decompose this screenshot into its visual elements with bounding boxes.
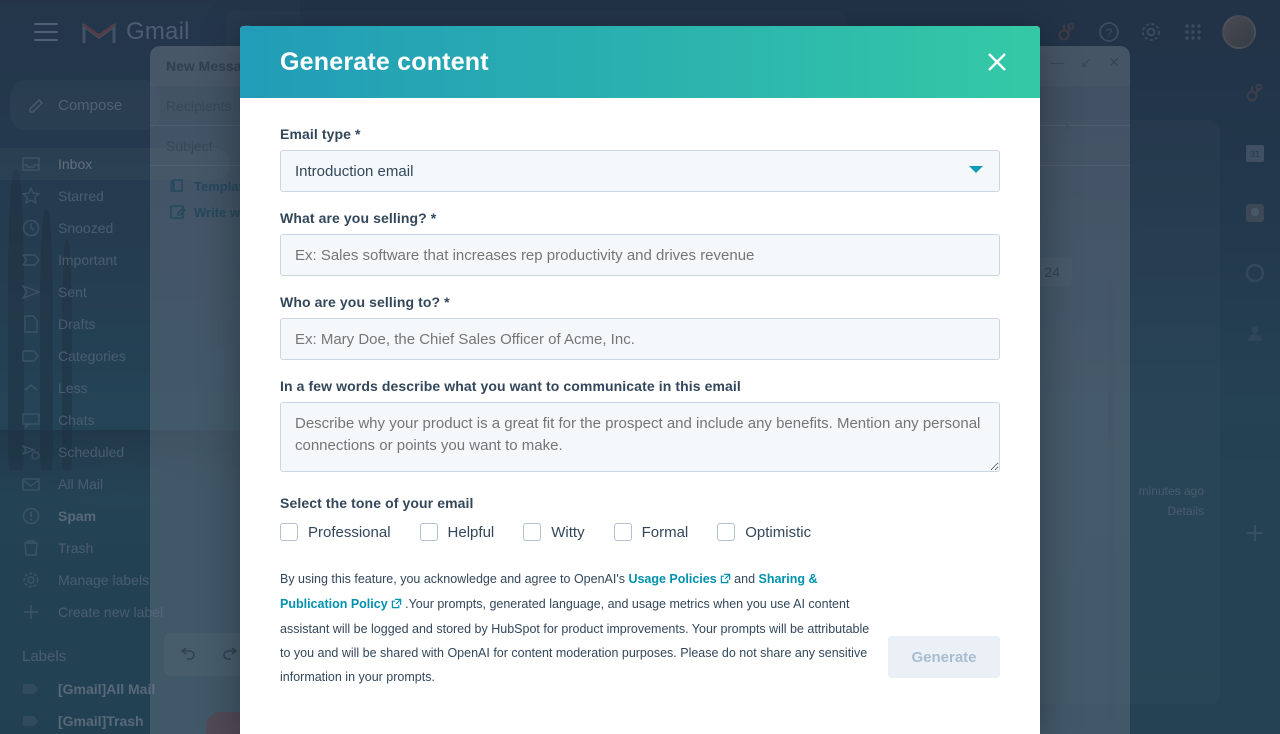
tone-option-witty[interactable]: Witty xyxy=(523,523,585,541)
modal-title: Generate content xyxy=(280,47,489,76)
tone-option-label: Witty xyxy=(551,523,585,541)
email-type-label: Email type * xyxy=(280,126,361,142)
tone-checkbox[interactable] xyxy=(523,523,542,541)
tone-label: Select the tone of your email xyxy=(280,495,474,511)
generate-button[interactable]: Generate xyxy=(888,636,1000,678)
selling-what-label: What are you selling? * xyxy=(280,210,437,226)
legal-disclaimer: By using this feature, you acknowledge a… xyxy=(280,567,880,689)
tone-option-formal[interactable]: Formal xyxy=(613,523,689,541)
tone-checkbox[interactable] xyxy=(419,523,438,541)
describe-label: In a few words describe what you want to… xyxy=(280,378,741,394)
modal-body: Email type * Introduction email What are… xyxy=(240,98,1040,734)
field-describe: In a few words describe what you want to… xyxy=(280,378,1000,477)
tone-option-helpful[interactable]: Helpful xyxy=(419,523,495,541)
legal-part2: and xyxy=(730,572,759,586)
tone-checkbox[interactable] xyxy=(717,523,736,541)
tone-checkbox[interactable] xyxy=(280,523,298,541)
tone-options: Professional Helpful Witty Formal Optimistic xyxy=(280,523,1000,541)
close-icon[interactable] xyxy=(980,45,1014,79)
external-link-icon xyxy=(391,593,402,617)
tone-option-optimistic[interactable]: Optimistic xyxy=(717,523,811,541)
tone-option-label: Formal xyxy=(641,523,689,541)
field-email-type: Email type * Introduction email xyxy=(280,126,1000,192)
tone-checkbox[interactable] xyxy=(613,523,632,541)
describe-textarea[interactable] xyxy=(280,402,1000,472)
tone-option-label: Professional xyxy=(308,523,391,541)
selling-what-input[interactable] xyxy=(280,234,1000,276)
selling-to-label: Who are you selling to? * xyxy=(280,294,450,310)
selling-to-input[interactable] xyxy=(280,318,1000,360)
legal-part1: By using this feature, you acknowledge a… xyxy=(280,572,629,586)
tone-option-label: Optimistic xyxy=(745,523,812,541)
modal-footer: Generate xyxy=(888,636,1000,678)
modal-header: Generate content xyxy=(240,26,1040,98)
tone-option-professional[interactable]: Professional xyxy=(280,523,391,541)
generate-content-modal: Generate content Email type * Introducti… xyxy=(240,26,1040,734)
field-selling-to: Who are you selling to? * xyxy=(280,294,1000,360)
email-type-select[interactable]: Introduction email xyxy=(280,150,1000,192)
external-link-icon xyxy=(720,568,731,592)
usage-policies-link[interactable]: Usage Policies xyxy=(628,572,716,586)
email-type-value: Introduction email xyxy=(295,162,414,180)
tone-option-label: Helpful xyxy=(447,523,495,541)
field-tone: Select the tone of your email Profession… xyxy=(280,495,1000,541)
field-selling-what: What are you selling? * xyxy=(280,210,1000,276)
